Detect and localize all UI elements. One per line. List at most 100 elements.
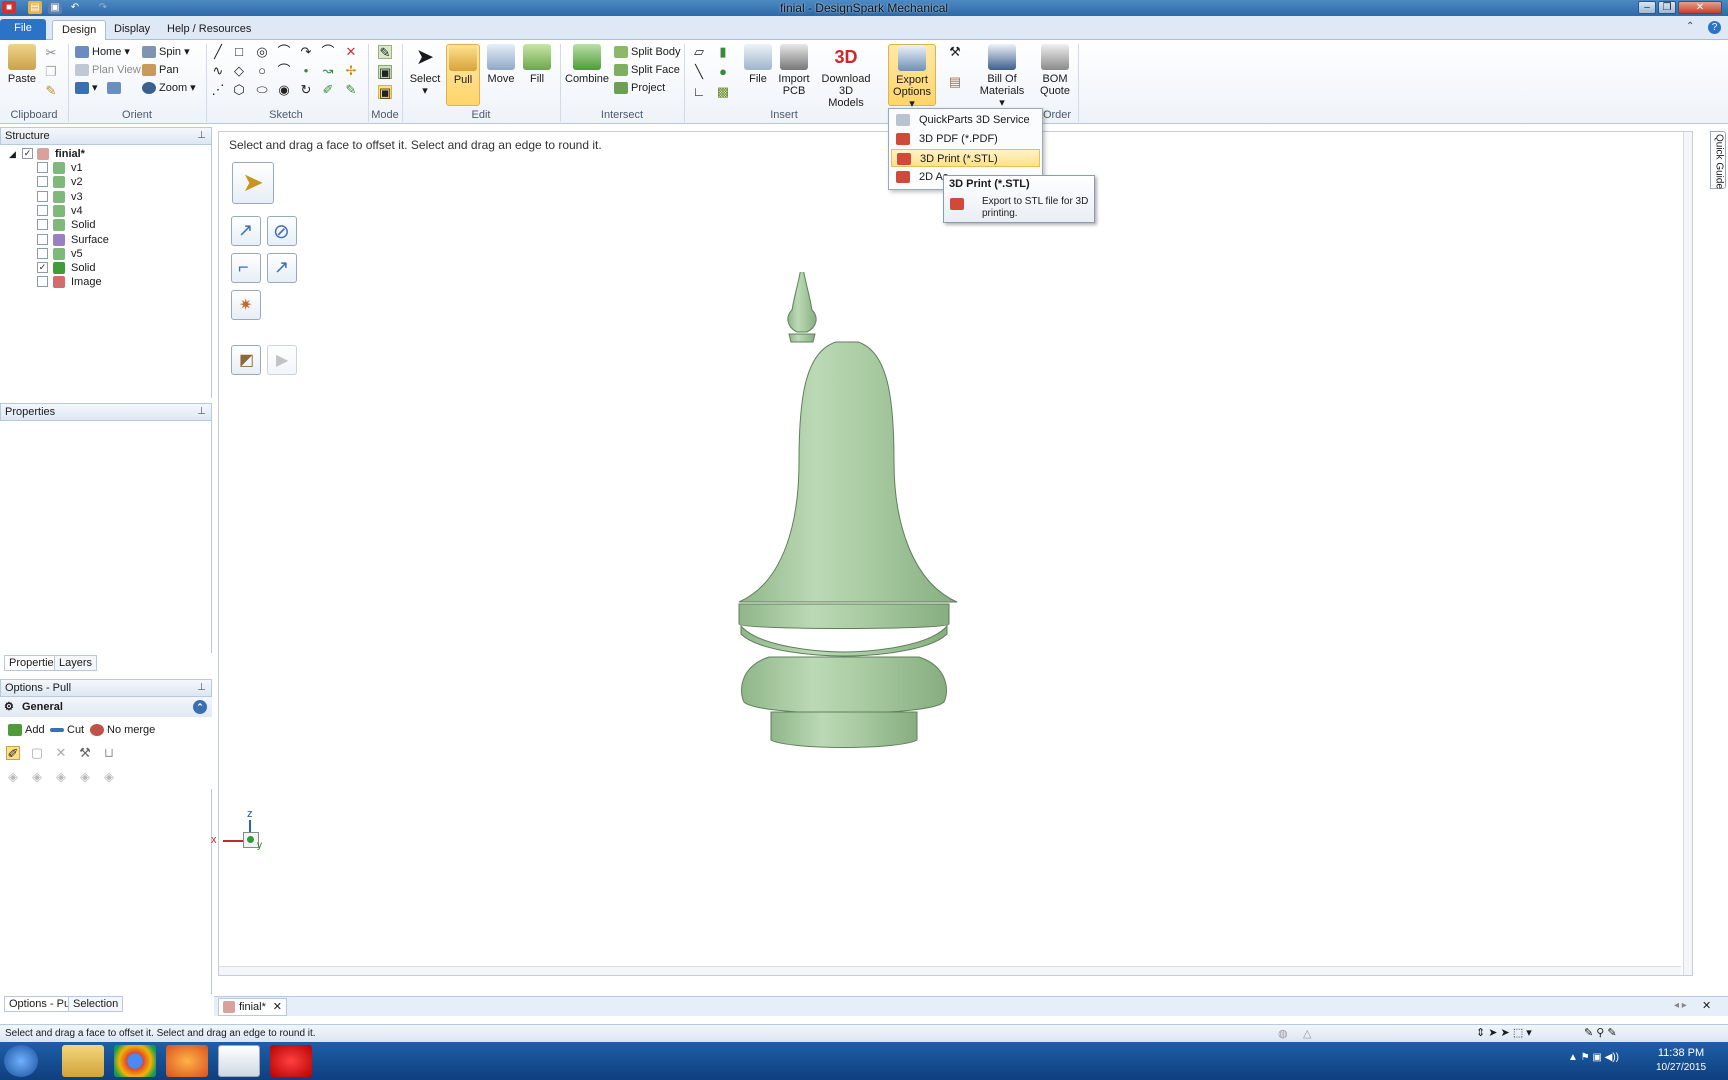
next-tool[interactable]: ▶ — [267, 345, 297, 375]
three-point-rect-icon[interactable]: ◇ — [232, 64, 246, 78]
zoom-button[interactable]: Zoom ▾ — [142, 79, 196, 97]
export-options-button[interactable]: Export Options ▾ — [888, 44, 936, 110]
arc-icon[interactable]: ⌒ — [277, 45, 291, 59]
vertical-scrollbar[interactable] — [1683, 132, 1692, 975]
chrome-icon[interactable] — [114, 1045, 156, 1077]
option-icon-4[interactable]: ◈ — [78, 770, 92, 784]
three-point-circle-icon[interactable]: ○ — [255, 64, 269, 78]
draft-tool[interactable]: ↗ — [267, 253, 297, 283]
designspark-taskbar-icon[interactable] — [218, 1045, 260, 1077]
cylinder-icon[interactable]: ▮ — [716, 45, 730, 59]
create-corner-icon[interactable]: ✐ — [321, 83, 335, 97]
tree-item-checkbox[interactable] — [37, 276, 48, 288]
offset-icon[interactable]: ↝ — [321, 64, 335, 78]
point-icon[interactable]: • — [299, 64, 313, 78]
axis-icon[interactable]: ╲ — [692, 65, 706, 79]
help-icon[interactable]: ? — [1708, 21, 1721, 34]
sketch-mode-icon[interactable]: ✎ — [378, 45, 392, 60]
shell-icon[interactable]: ▩ — [716, 85, 730, 99]
doc-tab-finial[interactable]: finial* ✕ — [218, 998, 287, 1016]
format-painter-icon[interactable]: ✎ — [44, 84, 58, 98]
tab-help-resources[interactable]: Help / Resources — [158, 20, 260, 40]
pin-icon[interactable]: ⊥ — [197, 128, 206, 144]
bill-of-materials-button[interactable]: Bill Of Materials ▾ — [976, 44, 1028, 109]
minimize-button[interactable]: – — [1638, 1, 1656, 14]
cut-option[interactable]: Cut — [50, 721, 84, 739]
finial-model[interactable] — [699, 272, 999, 772]
complete-tool[interactable]: ◩ — [231, 345, 261, 375]
move-button[interactable]: Move — [484, 44, 518, 85]
warning-icon[interactable]: △ — [1303, 1027, 1311, 1040]
plan-view-button[interactable]: Plan View — [75, 61, 141, 79]
tree-item-checkbox[interactable] — [37, 233, 48, 245]
split-face-button[interactable]: Split Face — [614, 61, 680, 79]
tree-item[interactable]: Surface — [0, 233, 212, 247]
tangent-arc-icon[interactable]: ⌒ — [321, 45, 335, 59]
project-button[interactable]: Project — [614, 79, 665, 97]
combine-button[interactable]: Combine — [565, 44, 609, 85]
snap-icon[interactable]: ◍ — [1278, 1027, 1288, 1040]
pin-icon[interactable]: ⊥ — [197, 680, 206, 696]
add-option[interactable]: Add — [8, 721, 45, 739]
no-merge-option[interactable]: No merge — [90, 721, 155, 739]
up-to-icon[interactable]: ✕ — [54, 746, 68, 760]
paste-button[interactable]: Paste — [6, 44, 38, 85]
import-pcb-button[interactable]: Import PCB — [776, 44, 812, 97]
measure-icon[interactable]: ⊔ — [102, 746, 116, 760]
sweep-tool[interactable]: ⌐ — [231, 253, 261, 283]
three-point-arc-icon[interactable]: ⌒ — [277, 64, 291, 78]
start-button[interactable] — [4, 1045, 38, 1077]
bom-quote-button[interactable]: BOM Quote — [1038, 44, 1072, 97]
bend-icon[interactable]: ↻ — [299, 83, 313, 97]
explorer-icon[interactable] — [62, 1045, 104, 1077]
option-icon-1[interactable]: ◈ — [6, 770, 20, 784]
quick-guide-tab[interactable]: Quick Guide — [1710, 131, 1726, 189]
spin-button[interactable]: Spin ▾ — [142, 43, 190, 61]
sweep-arc-icon[interactable]: ↷ — [299, 45, 313, 59]
pivot-icon[interactable]: ▢ — [30, 746, 44, 760]
tab-design[interactable]: Design — [52, 20, 107, 40]
select-tool[interactable]: ➤ — [232, 162, 274, 204]
option-icon-2[interactable]: ◈ — [30, 770, 44, 784]
collapse-ribbon-icon[interactable]: ⌃ — [1686, 21, 1694, 32]
tree-item-checkbox[interactable] — [37, 204, 48, 216]
maximize-button[interactable]: ❐ — [1658, 1, 1676, 14]
construction-line-icon[interactable]: ⋰ — [211, 83, 225, 97]
menu-item-3d-print-stl[interactable]: 3D Print (*.STL) — [891, 149, 1040, 167]
copy-sketch-icon[interactable]: ✎ — [344, 83, 358, 97]
split-body-button[interactable]: Split Body — [614, 43, 681, 61]
tab-display[interactable]: Display — [105, 20, 159, 40]
sphere-icon[interactable]: ● — [716, 65, 730, 79]
pull-direction-tool[interactable]: ↗ — [231, 216, 261, 246]
insert-file-button[interactable]: File — [742, 44, 774, 85]
revolve-tool[interactable]: ⊘ — [267, 216, 297, 246]
tree-item-checkbox[interactable] — [37, 176, 48, 188]
extend-icon[interactable]: ✢ — [344, 64, 358, 78]
option-icon-3[interactable]: ◈ — [54, 770, 68, 784]
tab-file[interactable]: File — [0, 19, 46, 40]
3d-viewport[interactable]: Select and drag a face to offset it. Sel… — [211, 131, 1693, 976]
section-mode-icon[interactable]: ▣ — [378, 65, 392, 80]
tree-item[interactable]: v5 — [0, 247, 212, 261]
root-checkbox[interactable]: ✓ — [22, 148, 33, 159]
select-button[interactable]: ➤ Select ▾ — [408, 44, 442, 97]
fill-button[interactable]: Fill — [520, 44, 554, 85]
blend-tool[interactable]: ✷ — [231, 290, 261, 320]
expand-icon[interactable]: ◢ — [9, 147, 16, 161]
copy-icon[interactable]: ❐ — [44, 65, 58, 79]
horizontal-scrollbar[interactable] — [219, 966, 1681, 975]
firefox-icon[interactable] — [166, 1045, 208, 1077]
close-all-docs-icon[interactable]: ✕ — [1702, 999, 1711, 1012]
collapse-section-icon[interactable]: ⌃ — [193, 700, 207, 714]
tree-item[interactable]: Solid — [0, 218, 212, 232]
menu-item-quickparts[interactable]: QuickParts 3D Service — [891, 111, 1040, 129]
pull-direction-icon[interactable]: ✐ — [6, 746, 20, 761]
tray-icons[interactable]: ▲ ⚑ ▣ ◀)) — [1568, 1052, 1619, 1063]
line-icon[interactable]: ╱ — [211, 45, 225, 59]
tree-item-checkbox[interactable] — [37, 219, 48, 231]
tree-root[interactable]: ◢ ✓ finial* — [0, 147, 212, 161]
tools-icon[interactable]: ⚒ — [948, 45, 962, 59]
options-section-general[interactable]: ⚙ General ⌃ — [0, 697, 212, 717]
tab-layers[interactable]: Layers — [54, 655, 98, 671]
doc-tab-close-icon[interactable]: ✕ — [273, 999, 282, 1015]
